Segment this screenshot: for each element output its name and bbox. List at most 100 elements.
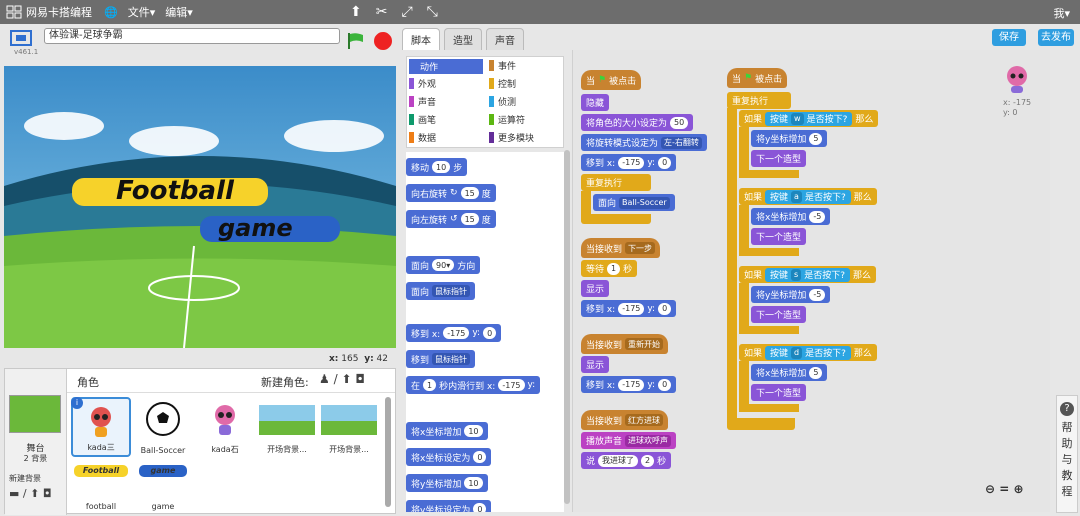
block-change-position[interactable]: 将x坐标增加 -5 [751, 208, 831, 225]
paint-sprite-icon[interactable]: / [334, 372, 338, 386]
block-input[interactable]: 0 [658, 156, 672, 169]
sprite-tile[interactable]: Ball-Soccer [133, 397, 193, 457]
block-if[interactable]: 如果 按键 s 是否按下? 那么 [739, 266, 876, 283]
block-input[interactable]: -5 [809, 288, 826, 301]
info-icon[interactable]: i [71, 397, 83, 409]
green-flag-icon[interactable] [346, 32, 366, 50]
upload-sprite-icon[interactable]: ⬆ [341, 372, 351, 386]
block-input[interactable]: 5 [809, 132, 823, 145]
help-icon[interactable]: ? [1060, 402, 1074, 416]
block-dropdown[interactable]: d [791, 346, 803, 359]
category-item[interactable]: 侦测 [489, 95, 516, 108]
block-dropdown[interactable]: 鼠标指针 [432, 285, 471, 297]
block-point-towards[interactable]: 面向 鼠标指针 [406, 282, 476, 300]
block-when-flag-clicked[interactable]: 当 ⚑ 被点击 [727, 68, 788, 88]
block-dropdown[interactable]: 左-右翻转 [661, 136, 702, 149]
edit-menu[interactable]: 编辑▾ [165, 4, 193, 20]
project-title-input[interactable]: 体验课-足球争霸 [44, 28, 340, 44]
block-set-y[interactable]: 将y坐标设定为 0 [406, 500, 492, 512]
block-change-y[interactable]: 将y坐标增加 10 [406, 474, 488, 492]
grow-icon[interactable]: ⤢ [401, 4, 412, 20]
block-input[interactable]: 90▾ [432, 259, 455, 271]
block-input[interactable]: 15 [460, 213, 479, 225]
sprite-tile[interactable]: kada石 [195, 397, 255, 457]
brand[interactable]: 网易卡搭编程 [6, 4, 92, 20]
user-menu[interactable]: 我▾ [1053, 5, 1070, 21]
block-input[interactable]: 10 [432, 161, 451, 173]
block-input[interactable]: 0 [473, 451, 487, 463]
block-input[interactable]: -175 [618, 302, 645, 315]
block-input[interactable]: 2 [641, 454, 655, 467]
block-change-position[interactable]: 将y坐标增加 5 [751, 130, 828, 147]
block-input[interactable]: -175 [498, 379, 525, 391]
block-input[interactable]: 0 [483, 327, 497, 339]
block-input[interactable]: 5 [809, 366, 823, 379]
block-input[interactable]: 1 [423, 379, 437, 391]
sprite-tile[interactable]: i kada三 [71, 397, 131, 457]
block-input[interactable]: -175 [618, 378, 645, 391]
block-input[interactable]: -175 [618, 156, 645, 169]
block-if[interactable]: 如果 按键 a 是否按下? 那么 [739, 188, 877, 205]
block-set-size[interactable]: 将角色的大小设定为 50 [581, 114, 694, 131]
block-input[interactable]: 0 [658, 378, 672, 391]
block-goto-xy[interactable]: 移到 x: -175 y: 0 [581, 376, 677, 393]
block-input[interactable]: 10 [464, 425, 483, 437]
palette-scrollbar[interactable] [564, 150, 570, 504]
globe-icon[interactable]: 🌐 [104, 6, 118, 19]
tab-costumes[interactable]: 造型 [444, 28, 482, 50]
sprite-tile[interactable]: 开场背景... [319, 397, 379, 457]
block-when-flag-clicked[interactable]: 当 ⚑ 被点击 [581, 70, 642, 90]
duplicate-icon[interactable]: ⬆ [350, 4, 362, 20]
block-say[interactable]: 说我进球了 2 秒 [581, 452, 672, 469]
block-turn-right[interactable]: 向右旋转 ↻ 15 度 [406, 184, 496, 202]
sprite-tile[interactable]: Football football [71, 459, 131, 513]
block-key-pressed[interactable]: 按键 w 是否按下? [765, 111, 853, 126]
category-item[interactable]: 动作 [409, 59, 483, 74]
block-goto[interactable]: 移到 鼠标指针 [406, 350, 476, 368]
block-dropdown[interactable]: Ball-Soccer [619, 196, 670, 209]
block-input[interactable]: -5 [809, 210, 826, 223]
camera-icon[interactable]: ◘ [43, 487, 52, 500]
block-dropdown[interactable]: 下一步 [625, 242, 656, 254]
share-button[interactable]: 去发布 [1038, 29, 1074, 46]
block-point-direction[interactable]: 面向 90▾ 方向 [406, 256, 481, 274]
block-hide[interactable]: 隐藏 [581, 94, 610, 111]
script-area[interactable]: 当 ⚑ 被点击 隐藏 将角色的大小设定为 50 将旋转模式设定为 左-右翻转 移到 x:… [572, 50, 1050, 512]
tab-scripts[interactable]: 脚本 [402, 28, 440, 50]
block-input[interactable]: 0 [473, 503, 487, 512]
block-if[interactable]: 如果 按键 w 是否按下? 那么 [739, 110, 879, 127]
zoom-in-icon[interactable]: ⊕ [1014, 482, 1024, 496]
block-input[interactable]: -175 [443, 327, 470, 339]
category-item[interactable]: 数据 [409, 131, 436, 144]
block-key-pressed[interactable]: 按键 a 是否按下? [765, 189, 851, 204]
block-dropdown[interactable]: 鼠标指针 [432, 353, 471, 365]
block-input[interactable]: 我进球了 [598, 454, 639, 467]
sprite-tile[interactable]: 开场背景... [257, 397, 317, 457]
block-key-pressed[interactable]: 按键 s 是否按下? [765, 267, 850, 282]
block-move[interactable]: 移动 10 步 [406, 158, 468, 176]
paint-backdrop-icon[interactable]: ▬ [9, 487, 19, 500]
save-button[interactable]: 保存 [992, 29, 1026, 46]
block-goto-xy[interactable]: 移到 x: -175 y: 0 [406, 324, 502, 342]
category-item[interactable]: 运算符 [489, 113, 525, 126]
category-item[interactable]: 事件 [489, 59, 516, 72]
block-wait[interactable]: 等待 1 秒 [581, 260, 638, 277]
camera-sprite-icon[interactable]: ◘ [355, 372, 365, 386]
upload-icon[interactable]: ⬆ [30, 487, 39, 500]
fullscreen-icon[interactable] [10, 30, 32, 46]
block-dropdown[interactable]: 重新开始 [625, 338, 664, 350]
stage-canvas[interactable]: Football game [4, 66, 396, 348]
block-next-costume[interactable]: 下一个造型 [751, 306, 807, 323]
block-change-x[interactable]: 将x坐标增加 10 [406, 422, 488, 440]
block-next-costume[interactable]: 下一个造型 [751, 384, 807, 401]
category-item[interactable]: 外观 [409, 77, 436, 90]
block-play-sound[interactable]: 播放声音 进球欢呼声 [581, 432, 677, 449]
category-item[interactable]: 画笔 [409, 113, 436, 126]
brush-icon[interactable]: / [23, 487, 27, 500]
stop-icon[interactable] [374, 32, 392, 50]
block-show[interactable]: 显示 [581, 356, 610, 373]
block-goto-xy[interactable]: 移到 x: -175 y: 0 [581, 300, 677, 317]
zoom-reset-icon[interactable]: = [999, 482, 1009, 496]
block-glide[interactable]: 在 1 秒内滑行到 x: -175 y: [406, 376, 541, 394]
block-input[interactable]: 15 [460, 187, 479, 199]
